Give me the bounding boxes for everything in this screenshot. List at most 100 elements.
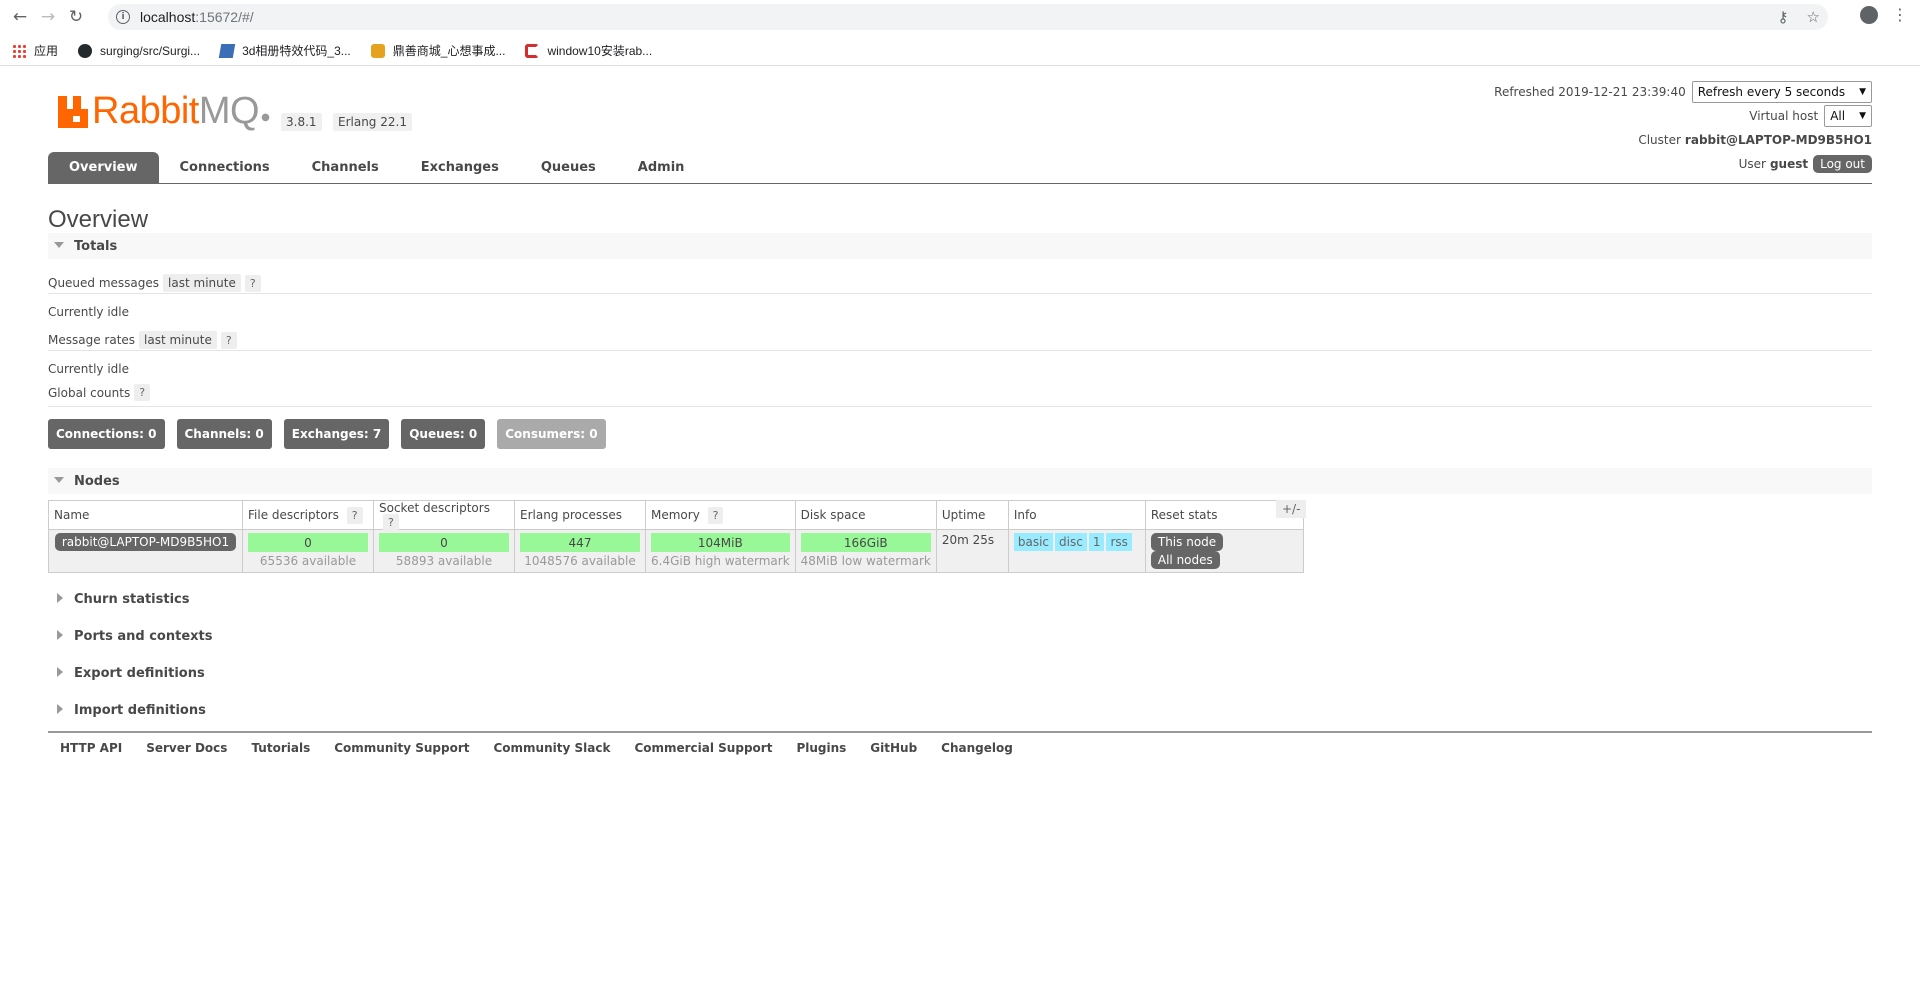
back-icon[interactable]: ←: [6, 3, 34, 31]
ep-available: 1048576 available: [524, 554, 636, 568]
url-path: :15672/#/: [195, 9, 254, 25]
collapse-arrow-icon: [54, 477, 64, 483]
c-site-icon: [525, 43, 540, 58]
sd-available: 58893 available: [395, 554, 493, 568]
bookmark-label: surging/src/Surgi...: [100, 43, 201, 58]
help-button[interactable]: ?: [707, 507, 724, 524]
nodes-section-toggle[interactable]: Nodes: [48, 468, 1872, 494]
column-toggle-button[interactable]: +/-: [1276, 500, 1307, 518]
info-tag: 1: [1088, 533, 1105, 551]
profile-avatar-icon[interactable]: [1860, 5, 1878, 24]
rabbitmq-logo[interactable]: RabbitMQ ●: [58, 90, 270, 133]
shop-icon: [370, 43, 385, 58]
version-badge: 3.8.1: [281, 113, 322, 131]
expand-arrow-icon: [57, 593, 63, 603]
queues-count-button[interactable]: Queues: 0: [401, 419, 486, 449]
sd-bar: 0: [379, 533, 509, 552]
expand-arrow-icon: [57, 704, 63, 714]
address-bar[interactable]: i localhost :15672/#/ ⚷ ☆: [108, 4, 1828, 30]
queued-period-selector[interactable]: last minute: [163, 274, 241, 292]
bookmark-shop[interactable]: 鼎善商城_心想事成...: [370, 42, 505, 59]
refresh-select[interactable]: Refresh every 5 seconds ▼: [1691, 81, 1872, 103]
ports-section-toggle[interactable]: Ports and contexts: [48, 623, 1872, 649]
vhost-select[interactable]: All ▼: [1824, 105, 1872, 127]
footer-link-github[interactable]: GitHub: [870, 741, 917, 755]
page-title: Overview: [48, 206, 149, 233]
star-icon[interactable]: ☆: [1807, 8, 1820, 26]
bookmark-github[interactable]: surging/src/Surgi...: [78, 43, 201, 58]
footer-link-plugins[interactable]: Plugins: [796, 741, 846, 755]
cluster-name: rabbit@LAPTOP-MD9B5HO1: [1684, 133, 1872, 147]
totals-section-toggle[interactable]: Totals: [48, 233, 1872, 259]
exchanges-count-button[interactable]: Exchanges: 7: [283, 419, 390, 449]
menu-dots-icon[interactable]: ⋮: [1892, 5, 1908, 24]
tab-queues[interactable]: Queues: [520, 152, 617, 183]
message-rates-row: Message rates last minute ?: [48, 331, 237, 349]
section-title: Churn statistics: [74, 591, 190, 607]
help-button[interactable]: ?: [244, 274, 261, 292]
footer-link-community-slack[interactable]: Community Slack: [493, 741, 610, 755]
help-button[interactable]: ?: [346, 507, 363, 524]
section-title: Export definitions: [74, 665, 205, 681]
help-button[interactable]: ?: [134, 384, 151, 401]
key-icon[interactable]: ⚷: [1778, 8, 1789, 26]
rates-period-selector[interactable]: last minute: [139, 331, 217, 349]
import-section-toggle[interactable]: Import definitions: [48, 697, 1872, 723]
column-header[interactable]: Memory ?: [645, 500, 796, 530]
tab-admin[interactable]: Admin: [617, 152, 706, 183]
footer-link-http-api[interactable]: HTTP API: [60, 741, 122, 755]
message-rates-label: Message rates: [48, 333, 136, 347]
bookmark-3d[interactable]: 3d相册特效代码_3...: [218, 42, 351, 59]
column-header[interactable]: File descriptors ?: [242, 500, 374, 530]
info-tag: basic: [1013, 533, 1054, 551]
forward-icon[interactable]: →: [34, 3, 62, 31]
channels-count-button[interactable]: Channels: 0: [176, 419, 272, 449]
column-header[interactable]: Uptime: [935, 500, 1009, 530]
tab-overview[interactable]: Overview: [48, 152, 159, 183]
tab-exchanges[interactable]: Exchanges: [400, 152, 520, 183]
column-header[interactable]: Erlang processes: [514, 500, 646, 530]
consumers-count-button[interactable]: Consumers: 0: [497, 419, 606, 449]
export-section-toggle[interactable]: Export definitions: [48, 660, 1872, 686]
column-header[interactable]: Info: [1007, 500, 1146, 530]
reset-this-node-button[interactable]: This node: [1150, 533, 1224, 551]
footer-link-server-docs[interactable]: Server Docs: [146, 741, 227, 755]
footer-link-community-support[interactable]: Community Support: [334, 741, 469, 755]
column-header[interactable]: Name: [48, 500, 243, 530]
global-counts-label: Global counts: [48, 385, 131, 400]
queued-messages-row: Queued messages last minute ?: [48, 274, 261, 292]
bookmark-3d-icon: [218, 43, 236, 58]
connections-count-button[interactable]: Connections: 0: [48, 419, 165, 449]
global-counts: Connections: 0 Channels: 0 Exchanges: 7 …: [48, 419, 606, 449]
divider: [48, 350, 1872, 351]
bookmark-label: 3d相册特效代码_3...: [242, 44, 351, 58]
reset-all-nodes-button[interactable]: All nodes: [1150, 551, 1220, 569]
site-info-icon[interactable]: i: [116, 10, 130, 24]
churn-section-toggle[interactable]: Churn statistics: [48, 586, 1872, 612]
disk-watermark: 48MiB low watermark: [800, 554, 931, 568]
help-button[interactable]: ?: [220, 331, 237, 349]
vhost-label: Virtual host: [1749, 109, 1819, 123]
bookmark-label: 应用: [34, 44, 59, 58]
reload-icon[interactable]: ↻: [62, 3, 90, 31]
bookmark-apps[interactable]: 应用: [12, 42, 58, 59]
browser-toolbar: ← → ↻ i localhost :15672/#/ ⚷ ☆ ⋮: [0, 0, 1920, 34]
tab-channels[interactable]: Channels: [291, 152, 400, 183]
footer-link-changelog[interactable]: Changelog: [941, 741, 1013, 755]
refreshed-text: Refreshed 2019-12-21 23:39:40: [1494, 85, 1686, 99]
footer-link-tutorials[interactable]: Tutorials: [251, 741, 310, 755]
nodes-table: Name File descriptors ? Socket descripto…: [48, 500, 1304, 573]
fd-available: 65536 available: [259, 554, 357, 568]
info-tag: rss: [1106, 533, 1132, 551]
node-name-link[interactable]: rabbit@LAPTOP-MD9B5HO1: [54, 533, 237, 551]
memory-watermark: 6.4GiB high watermark: [651, 554, 790, 568]
bookmark-windows[interactable]: window10安装rab...: [525, 42, 652, 59]
tab-connections[interactable]: Connections: [159, 152, 291, 183]
column-header[interactable]: Disk space: [794, 500, 937, 530]
section-title: Import definitions: [74, 702, 206, 718]
erlang-badge: Erlang 22.1: [333, 113, 412, 131]
help-button[interactable]: ?: [383, 514, 399, 531]
footer-link-commercial-support[interactable]: Commercial Support: [634, 741, 772, 755]
bookmarks-bar: 应用 surging/src/Surgi... 3d相册特效代码_3... 鼎善…: [0, 36, 1920, 66]
column-header[interactable]: Socket descriptors ?: [373, 500, 515, 531]
